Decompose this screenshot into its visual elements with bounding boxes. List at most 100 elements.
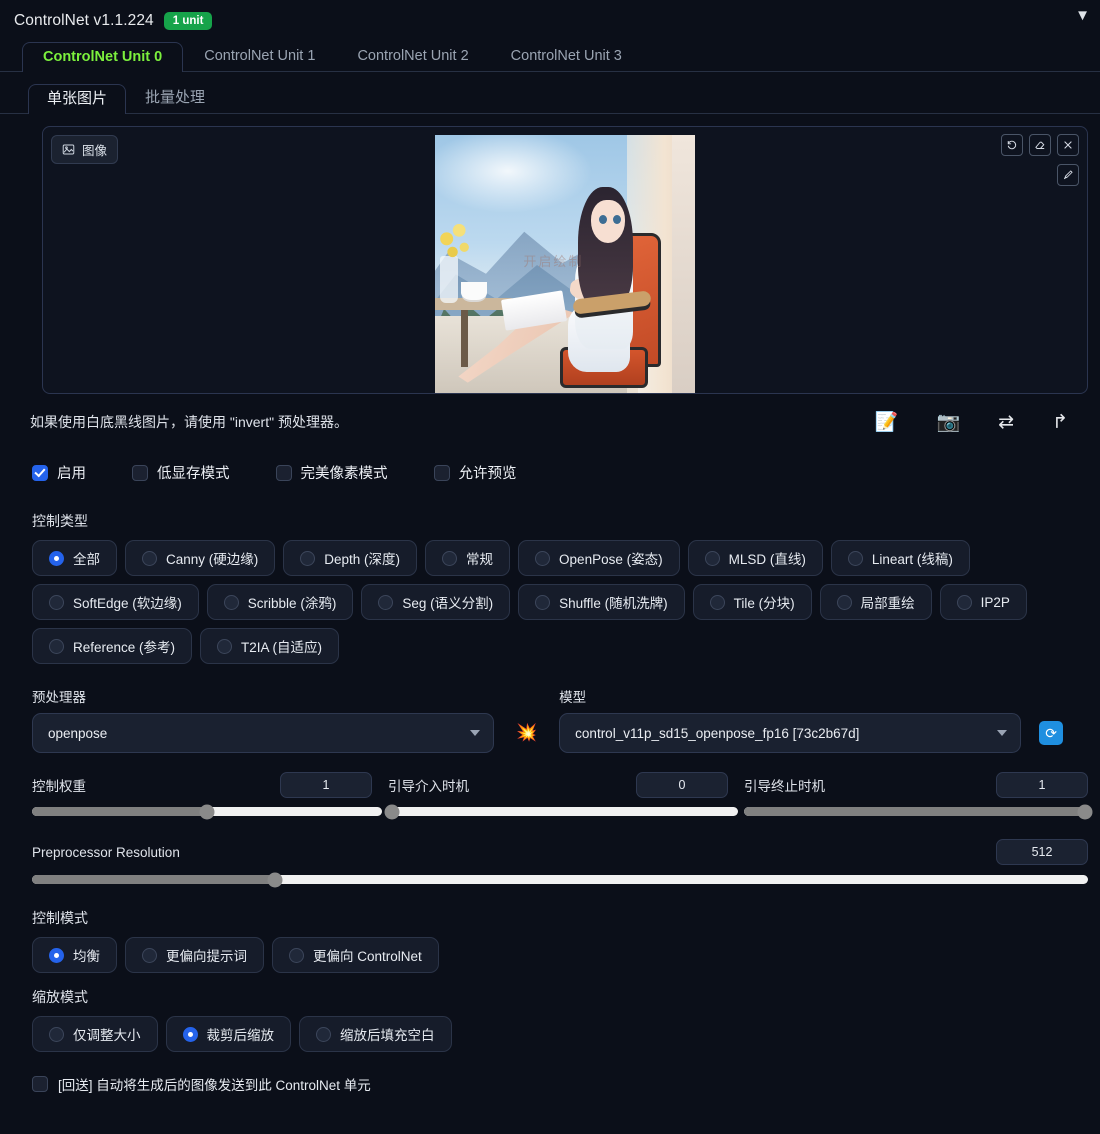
option-label: 缩放后填充空白 [340, 1028, 435, 1043]
hint-row: 如果使用白底黑线图片，请使用 "invert" 预处理器。 📝 📷 ⇄ ↱ [30, 412, 1086, 432]
option-label: Depth (深度) [324, 552, 401, 567]
checkbox-loopback[interactable]: [回送] 自动将生成后的图像发送到此 ControlNet 单元 [32, 1074, 1100, 1094]
control-type-ip2p[interactable]: IP2P [939, 584, 1027, 620]
checkbox-pixel-perfect-box[interactable] [275, 464, 292, 481]
radio-icon[interactable] [49, 947, 64, 963]
checkbox-enable[interactable]: 启用 [32, 462, 86, 483]
checkbox-loopback-box[interactable] [32, 1076, 48, 1092]
tab-controlnet-unit-2[interactable]: ControlNet Unit 2 [336, 41, 489, 72]
control-type-shuffle[interactable]: Shuffle (随机洗牌) [518, 584, 685, 620]
radio-icon[interactable] [49, 638, 64, 654]
tab-controlnet-unit-1[interactable]: ControlNet Unit 1 [183, 41, 336, 72]
radio-icon[interactable] [289, 947, 304, 963]
radio-icon[interactable] [709, 594, 725, 610]
control-type-scribble[interactable]: Scribble (涂鸦) [206, 584, 354, 620]
tab-controlnet-unit-0[interactable]: ControlNet Unit 0 [22, 41, 184, 72]
radio-icon[interactable] [49, 550, 64, 566]
checkbox-loopback-label: [回送] 自动将生成后的图像发送到此 ControlNet 单元 [58, 1078, 371, 1093]
control-type-reference[interactable]: Reference (参考) [32, 628, 193, 664]
radio-icon[interactable] [535, 594, 551, 610]
slider-track[interactable] [32, 872, 1088, 887]
resize-mode-crop-and-resize[interactable]: 裁剪后缩放 [165, 1016, 291, 1052]
image-watermark: 开启绘制 [523, 254, 584, 270]
slider-track[interactable] [384, 804, 738, 819]
slider-value[interactable]: 1 [279, 772, 372, 798]
preprocessor-select[interactable]: openpose [32, 713, 494, 753]
control-type-mlsd[interactable]: MLSD (直线) [687, 540, 823, 576]
explosion-icon[interactable]: 💥 [516, 723, 537, 743]
slider-track[interactable] [743, 804, 1093, 819]
control-type-t2ia[interactable]: T2IA (自适应) [200, 628, 340, 664]
checkbox-pixel-perfect-label: 完美像素模式 [300, 466, 388, 482]
image-drop-area[interactable]: 图像 开启绘制 [42, 126, 1088, 394]
radio-icon[interactable] [217, 638, 233, 654]
control-type-softedge[interactable]: SoftEdge (软边缘) [32, 584, 199, 620]
refresh-icon[interactable]: ⟳ [1039, 721, 1064, 745]
radio-icon[interactable] [142, 550, 157, 566]
control-mode-balanced[interactable]: 均衡 [32, 937, 117, 973]
model-selection-row: 预处理器 openpose 💥 模型 control_v11p_sd15_ope… [32, 686, 1088, 753]
radio-icon[interactable] [300, 550, 316, 566]
radio-icon[interactable] [956, 594, 972, 610]
checkbox-allow-preview-box[interactable] [433, 464, 450, 481]
resize-mode-resize-and-fill[interactable]: 缩放后填充空白 [299, 1016, 452, 1052]
camera-icon[interactable]: 📷 [936, 413, 960, 432]
radio-icon[interactable] [49, 594, 64, 610]
model-select[interactable]: control_v11p_sd15_openpose_fp16 [73c2b67… [559, 713, 1022, 753]
slider-track[interactable] [32, 804, 382, 819]
radio-icon[interactable] [836, 594, 852, 610]
undo-icon[interactable] [1001, 134, 1023, 156]
tab-controlnet-unit-3[interactable]: ControlNet Unit 3 [490, 41, 643, 72]
checkbox-pixel-perfect[interactable]: 完美像素模式 [275, 462, 388, 483]
option-label: Shuffle (随机洗牌) [559, 596, 668, 611]
radio-icon[interactable] [378, 594, 394, 610]
control-type-all[interactable]: 全部 [32, 540, 117, 576]
radio-icon[interactable] [182, 1026, 198, 1042]
slider-value[interactable]: 512 [996, 839, 1088, 865]
swap-icon[interactable]: ⇄ [998, 413, 1014, 432]
checkbox-low-vram-box[interactable] [132, 464, 148, 481]
slider-value[interactable]: 0 [635, 772, 728, 798]
eraser-icon[interactable] [1029, 134, 1051, 156]
control-type-openpose[interactable]: OpenPose (姿态) [518, 540, 680, 576]
radio-icon[interactable] [49, 1026, 64, 1042]
checkbox-low-vram[interactable]: 低显存模式 [132, 462, 230, 483]
send-icon[interactable]: ↱ [1052, 413, 1068, 432]
radio-icon[interactable] [442, 550, 458, 566]
resize-mode-just-resize[interactable]: 仅调整大小 [32, 1016, 158, 1052]
tab-batch-process[interactable]: 批量处理 [126, 83, 224, 113]
checkbox-allow-preview[interactable]: 允许预览 [433, 462, 517, 483]
brush-icon[interactable] [1057, 164, 1079, 186]
control-type-depth[interactable]: Depth (深度) [283, 540, 418, 576]
slider-label: 控制权重 [32, 779, 86, 794]
model-value: control_v11p_sd15_openpose_fp16 [73c2b67… [575, 725, 860, 741]
resize-mode-options: 仅调整大小 裁剪后缩放 缩放后填充空白 [32, 1016, 1088, 1052]
new-canvas-icon[interactable]: 📝 [875, 413, 899, 432]
slider-value[interactable]: 1 [996, 772, 1089, 798]
radio-icon[interactable] [535, 550, 551, 566]
tab-single-image[interactable]: 单张图片 [28, 84, 127, 114]
slider-row-1: 控制权重 1 引导介入时机 0 引导终止时机 1 [32, 771, 1093, 819]
slider-label: 引导终止时机 [743, 779, 825, 794]
unit-count-badge: 1 unit [163, 12, 213, 30]
radio-icon[interactable] [316, 1026, 331, 1042]
radio-icon[interactable] [847, 550, 863, 566]
preprocessor-group: 预处理器 openpose [32, 686, 494, 753]
option-label: OpenPose (姿态) [559, 552, 663, 567]
checkbox-enable-box[interactable] [32, 464, 48, 481]
radio-icon[interactable] [142, 947, 157, 963]
preview-image: 开启绘制 [435, 135, 695, 393]
option-label: Seg (语义分割) [402, 596, 494, 611]
control-type-inpaint[interactable]: 局部重绘 [819, 584, 932, 620]
control-type-lineart[interactable]: Lineart (线稿) [830, 540, 970, 576]
control-type-seg[interactable]: Seg (语义分割) [361, 584, 511, 620]
control-mode-prompt-priority[interactable]: 更偏向提示词 [125, 937, 264, 973]
chevron-down-icon[interactable]: ▼ [1075, 8, 1090, 23]
control-mode-controlnet-priority[interactable]: 更偏向 ControlNet [272, 937, 439, 973]
radio-icon[interactable] [704, 550, 720, 566]
control-type-tile[interactable]: Tile (分块) [692, 584, 812, 620]
control-type-normal[interactable]: 常规 [425, 540, 511, 576]
close-icon[interactable] [1057, 134, 1079, 156]
control-type-canny[interactable]: Canny (硬边缘) [125, 540, 276, 576]
radio-icon[interactable] [223, 594, 239, 610]
